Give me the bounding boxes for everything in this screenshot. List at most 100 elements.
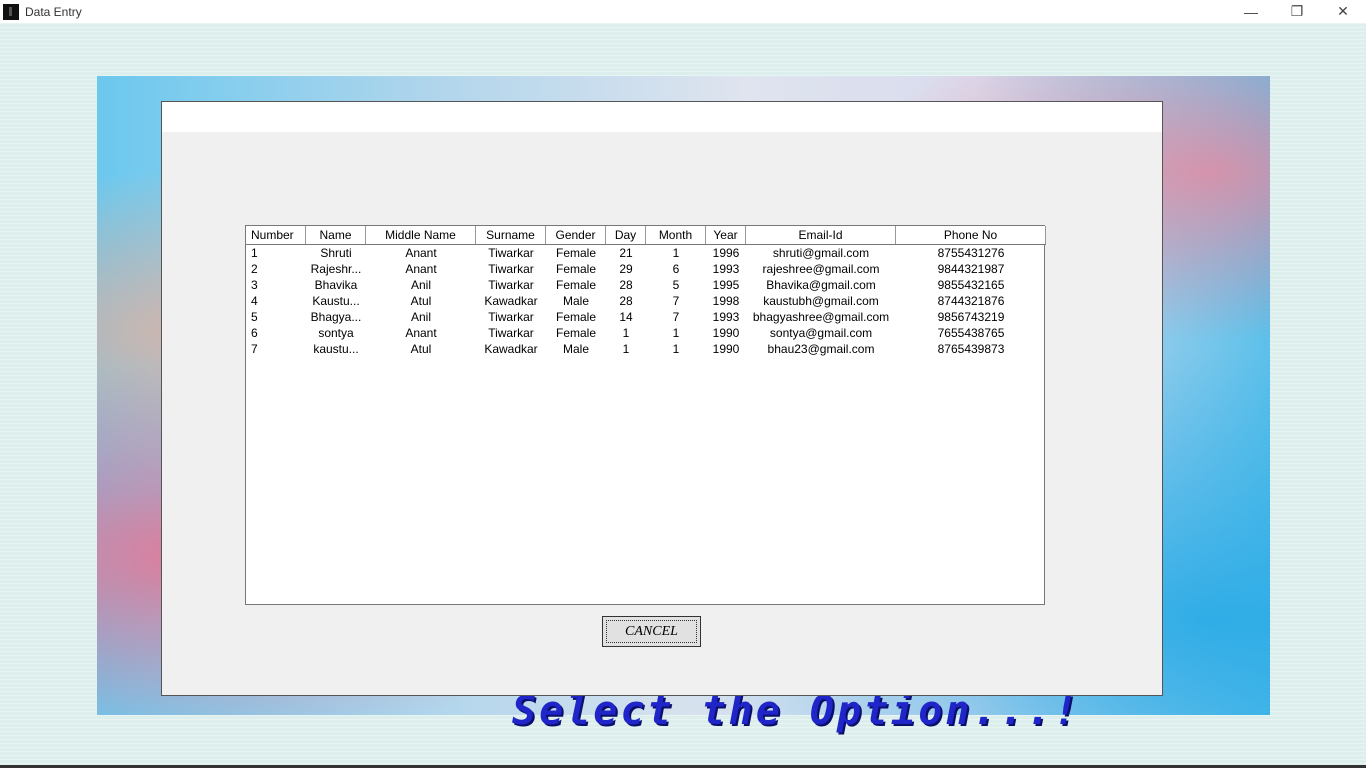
- dialog-header: [162, 102, 1162, 132]
- table-cell: 21: [619, 246, 633, 260]
- table-cell: Female: [555, 278, 596, 292]
- table-cell: Anant: [405, 262, 437, 276]
- table-cell: 8744321876: [937, 294, 1005, 308]
- table-cell: 28: [619, 278, 633, 292]
- table-row[interactable]: 1 Shruti Anant Tiwarkar Female 21 1 1996 shruti@…: [246, 245, 1046, 261]
- cancel-button-label: CANCEL: [606, 620, 697, 643]
- table-cell: 1998: [712, 294, 740, 308]
- table-cell: Rajeshr...: [310, 262, 362, 276]
- table-cell: Anant: [405, 246, 437, 260]
- table-cell: 5: [251, 310, 258, 324]
- table-row[interactable]: 5 Bhagya... Anil Tiwarkar Female 14 7 1993 bhagy…: [246, 309, 1046, 325]
- table-cell: Male: [562, 294, 589, 308]
- table-cell: Bhagya...: [310, 310, 362, 324]
- table-cell: Kaustu...: [312, 294, 360, 308]
- table-cell: 7: [672, 310, 680, 324]
- table-cell: Atul: [410, 342, 432, 356]
- table-cell: Female: [555, 310, 596, 324]
- table-cell: Bhavika@gmail.com: [766, 278, 876, 292]
- table-cell: 9855432165: [937, 278, 1005, 292]
- table-cell: 14: [619, 310, 633, 324]
- table-cell: 1995: [712, 278, 740, 292]
- cancel-button[interactable]: CANCEL: [602, 616, 701, 647]
- window-title: Data Entry: [25, 4, 82, 19]
- table-header: Number Name Middle Name Surname Gender Day Mon…: [246, 226, 1046, 245]
- column-header[interactable]: Number: [246, 226, 306, 244]
- table-cell: Anil: [410, 310, 431, 324]
- column-header[interactable]: Phone No: [896, 226, 1046, 244]
- table-row[interactable]: 2 Rajeshr... Anant Tiwarkar Female 29 6 1993 raj…: [246, 261, 1046, 277]
- table-cell: Female: [555, 262, 596, 276]
- table-cell: Atul: [410, 294, 432, 308]
- column-header[interactable]: Gender: [546, 226, 606, 244]
- column-header[interactable]: Email-Id: [746, 226, 896, 244]
- table-cell: 1990: [712, 342, 740, 356]
- table-cell: Anil: [410, 278, 431, 292]
- table-cell: Bhavika: [314, 278, 358, 292]
- table-cell: 9856743219: [937, 310, 1005, 324]
- table-cell: 8755431276: [937, 246, 1005, 260]
- table-cell: Tiwarkar: [488, 310, 534, 324]
- restore-icon[interactable]: ❐: [1274, 0, 1320, 23]
- table-cell: 2: [251, 262, 258, 276]
- table-cell: 1: [251, 246, 258, 260]
- table-cell: 1: [622, 326, 630, 340]
- close-icon[interactable]: ✕: [1320, 0, 1366, 23]
- title-bar: Data Entry — ❐ ✕: [0, 0, 1366, 23]
- table-cell: 1: [672, 246, 680, 260]
- table-cell: rajeshree@gmail.com: [762, 262, 880, 276]
- table-row[interactable]: 6 sontya Anant Tiwarkar Female 1 1 1990 sontya@g…: [246, 325, 1046, 341]
- table-cell: 1: [622, 342, 630, 356]
- table-cell: 7: [672, 294, 680, 308]
- table-cell: kaustu...: [313, 342, 359, 356]
- table-cell: Kawadkar: [484, 294, 538, 308]
- table-cell: 29: [619, 262, 633, 276]
- table-cell: 1996: [712, 246, 740, 260]
- table-cell: 6: [672, 262, 680, 276]
- table-cell: 7: [251, 342, 258, 356]
- table-cell: Anant: [405, 326, 437, 340]
- table-row[interactable]: 3 Bhavika Anil Tiwarkar Female 28 5 1995 Bhavika…: [246, 277, 1046, 293]
- table-cell: 7655438765: [937, 326, 1005, 340]
- table-cell: Kawadkar: [484, 342, 538, 356]
- table-cell: 1: [672, 326, 680, 340]
- table-cell: 1990: [712, 326, 740, 340]
- table-cell: sontya@gmail.com: [769, 326, 873, 340]
- table-cell: Female: [555, 326, 596, 340]
- table-cell: Tiwarkar: [488, 262, 534, 276]
- column-header[interactable]: Middle Name: [366, 226, 476, 244]
- minimize-icon[interactable]: —: [1228, 0, 1274, 23]
- table-cell: 8765439873: [937, 342, 1005, 356]
- table-cell: shruti@gmail.com: [772, 246, 870, 260]
- table-cell: 1993: [712, 310, 740, 324]
- table-cell: 1: [672, 342, 680, 356]
- column-header[interactable]: Name: [306, 226, 366, 244]
- table-cell: Male: [562, 342, 589, 356]
- records-dialog: Number Name Middle Name Surname Gender Day Mon…: [161, 101, 1163, 696]
- table-row[interactable]: 4 Kaustu... Atul Kawadkar Male 28 7 1998 kaustub…: [246, 293, 1046, 309]
- window-controls: — ❐ ✕: [1228, 0, 1366, 23]
- table-cell: 4: [251, 294, 258, 308]
- table-cell: kaustubh@gmail.com: [763, 294, 879, 308]
- table-cell: 6: [251, 326, 258, 340]
- table-cell: 3: [251, 278, 258, 292]
- column-header[interactable]: Month: [646, 226, 706, 244]
- table-cell: sontya: [318, 326, 354, 340]
- table-cell: 9844321987: [937, 262, 1005, 276]
- column-header[interactable]: Surname: [476, 226, 546, 244]
- column-header[interactable]: Year: [706, 226, 746, 244]
- header-banner-partial: [530, 88, 840, 102]
- table-cell: Tiwarkar: [488, 278, 534, 292]
- table-cell: bhagyashree@gmail.com: [752, 310, 890, 324]
- table-row[interactable]: 7 kaustu... Atul Kawadkar Male 1 1 1990 bhau23@g…: [246, 341, 1046, 357]
- app-icon: [3, 3, 19, 20]
- column-header[interactable]: Day: [606, 226, 646, 244]
- table-cell: Tiwarkar: [488, 326, 534, 340]
- records-table[interactable]: Number Name Middle Name Surname Gender Day Mon…: [245, 225, 1046, 605]
- table-cell: Female: [555, 246, 596, 260]
- table-body: 1 Shruti Anant Tiwarkar Female 21 1 1996 shruti@…: [246, 245, 1046, 357]
- table-cell: Tiwarkar: [488, 246, 534, 260]
- table-cell: bhau23@gmail.com: [767, 342, 875, 356]
- table-cell: Shruti: [320, 246, 352, 260]
- table-cell: 5: [672, 278, 680, 292]
